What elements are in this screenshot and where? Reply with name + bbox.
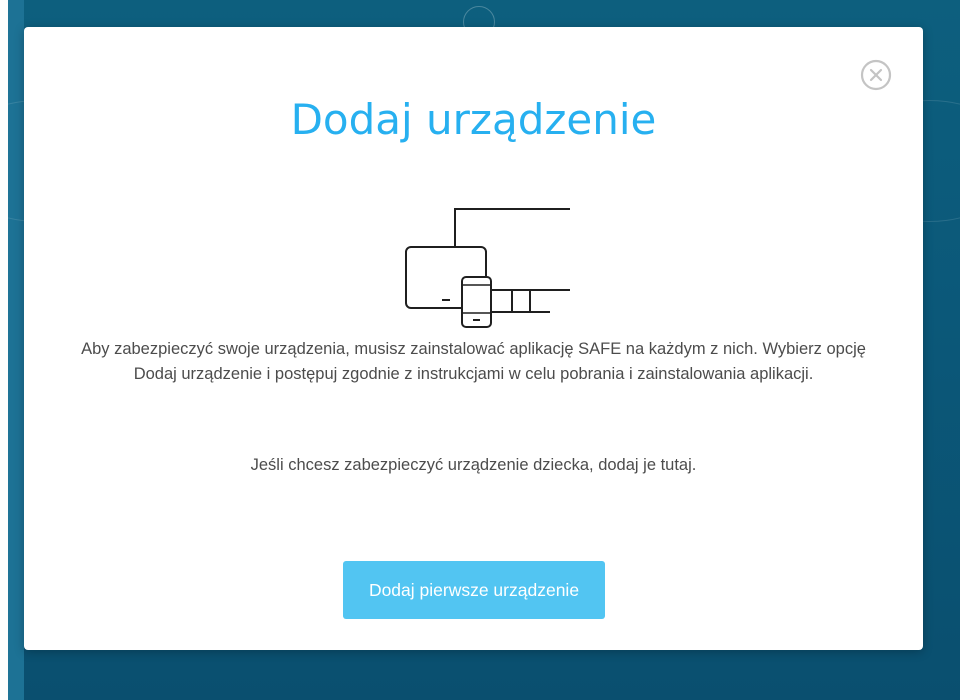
dialog-title: Dodaj urządzenie: [290, 95, 657, 144]
child-device-note: Jeśli chcesz zabezpieczyć urządzenie dzi…: [250, 456, 697, 474]
close-button[interactable]: [860, 59, 892, 91]
close-circle-icon: [860, 59, 892, 91]
devices-icon: [405, 208, 570, 328]
install-instructions: Aby zabezpieczyć swoje urządzenia, musis…: [81, 340, 866, 383]
add-device-dialog: Dodaj urządzenie Aby zabezpieczyć swoje …: [24, 27, 923, 650]
add-first-device-button[interactable]: Dodaj pierwsze urządzenie: [343, 561, 605, 619]
